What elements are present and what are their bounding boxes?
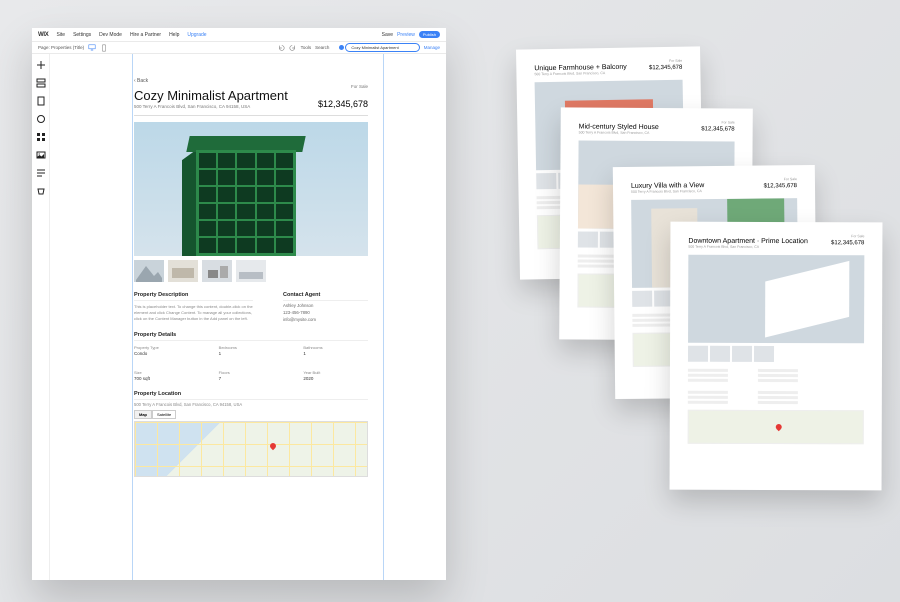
pages-icon[interactable] xyxy=(36,96,46,106)
menu-devmode[interactable]: Dev Mode xyxy=(99,32,122,38)
manage-link[interactable]: Manage xyxy=(424,45,440,50)
store-icon[interactable] xyxy=(36,186,46,196)
details-grid: Property TypeCondo Bedrooms1 Bathrooms1 … xyxy=(134,345,368,381)
map-tab-map[interactable]: Map xyxy=(134,410,152,419)
detail-label: Bedrooms xyxy=(219,345,284,350)
design-icon[interactable] xyxy=(36,114,46,124)
building-illustration xyxy=(196,136,296,256)
map-controls: Map Satellite xyxy=(134,410,368,419)
thumbnail-row xyxy=(134,260,368,282)
desktop-icon[interactable] xyxy=(88,44,96,52)
detail-label: Bathrooms xyxy=(303,345,368,350)
agent-email: info@mysite.com xyxy=(283,317,368,322)
page-title[interactable]: Cozy Minimalist Apartment xyxy=(134,88,288,103)
gallery-thumb[interactable] xyxy=(236,260,266,282)
page-selector[interactable]: Page: Properties (Title) xyxy=(38,45,84,50)
map-widget[interactable] xyxy=(134,421,368,477)
description-heading: Property Description xyxy=(134,292,253,301)
detail-value: 2020 xyxy=(303,376,368,381)
card-map xyxy=(688,410,864,445)
detail-value: 700 sqft xyxy=(134,376,199,381)
apps-icon[interactable] xyxy=(36,132,46,142)
editor-workspace: ‹ Back For Sale Cozy Minimalist Apartmen… xyxy=(32,54,446,580)
location-heading: Property Location xyxy=(134,391,368,400)
details-heading: Property Details xyxy=(134,332,368,341)
detail-value: Condo xyxy=(134,351,199,356)
tools-button[interactable]: Tools xyxy=(301,45,312,50)
dataset-chip[interactable]: Cozy Minimalist Apartment xyxy=(345,43,419,52)
agent-phone: 123-456-7890 xyxy=(283,310,368,315)
detail-value: 1 xyxy=(219,351,284,356)
mobile-icon[interactable] xyxy=(100,44,108,52)
card-price: $12,345,678 xyxy=(701,126,734,132)
description-section: Property Description This is placeholder… xyxy=(134,292,253,322)
card-price: $12,345,678 xyxy=(764,183,797,189)
card-status: For Sale xyxy=(784,177,797,181)
search-button[interactable]: Search xyxy=(315,45,329,50)
page-address: 500 Terry A Francois Blvd, San Francisco… xyxy=(134,104,288,109)
card-price: $12,345,678 xyxy=(649,65,682,72)
menu-upgrade[interactable]: Upgrade xyxy=(187,32,206,38)
undo-icon[interactable] xyxy=(277,44,285,52)
wix-logo[interactable]: WIX xyxy=(38,32,48,38)
editor-subbar: Page: Properties (Title) Tools Search Co… xyxy=(32,42,446,54)
detail-label: Year Built xyxy=(303,370,368,375)
menu-hire[interactable]: Hire a Partner xyxy=(130,32,161,38)
publish-button[interactable]: Publish xyxy=(419,31,440,38)
card-status: For Sale xyxy=(721,120,734,124)
listing-status: For Sale xyxy=(351,84,368,89)
left-toolbar xyxy=(32,54,50,580)
menu-site[interactable]: Site xyxy=(56,32,65,38)
location-address: 500 Terry A Francois Blvd, San Francisco… xyxy=(134,402,368,407)
map-pin-icon xyxy=(270,443,278,451)
hero-image[interactable] xyxy=(134,122,368,256)
detail-label: Size xyxy=(134,370,199,375)
card-price: $12,345,678 xyxy=(831,240,864,246)
agent-heading: Contact Agent xyxy=(283,292,368,301)
menu-help[interactable]: Help xyxy=(169,32,179,38)
property-page: ‹ Back For Sale Cozy Minimalist Apartmen… xyxy=(64,60,432,487)
sections-icon[interactable] xyxy=(36,78,46,88)
map-tab-satellite[interactable]: Satellite xyxy=(152,410,176,419)
details-section: Property Details Property TypeCondo Bedr… xyxy=(134,332,368,381)
card-status: For Sale xyxy=(851,234,864,238)
preview-card: For Sale Downtown Apartment · Prime Loca… xyxy=(670,222,883,491)
card-status: For Sale xyxy=(669,59,682,63)
editor-canvas[interactable]: ‹ Back For Sale Cozy Minimalist Apartmen… xyxy=(50,54,446,580)
gallery-thumb[interactable] xyxy=(168,260,198,282)
preview-button[interactable]: Preview xyxy=(397,32,415,38)
editor-topbar: WIX Site Settings Dev Mode Hire a Partne… xyxy=(32,28,446,42)
add-icon[interactable] xyxy=(36,60,46,70)
menu-settings[interactable]: Settings xyxy=(73,32,91,38)
agent-name: Ashley Johnson xyxy=(283,303,368,308)
gallery-thumb[interactable] xyxy=(134,260,164,282)
save-button[interactable]: Save xyxy=(382,32,393,38)
detail-label: Floors xyxy=(219,370,284,375)
agent-section: Contact Agent Ashley Johnson 123-456-789… xyxy=(283,292,368,322)
media-icon[interactable] xyxy=(36,150,46,160)
detail-label: Property Type xyxy=(134,345,199,350)
redo-icon[interactable] xyxy=(289,44,297,52)
map-pin-icon xyxy=(776,424,784,432)
card-hero xyxy=(688,255,864,344)
detail-value: 1 xyxy=(303,351,368,356)
detail-value: 7 xyxy=(219,376,284,381)
content-icon[interactable] xyxy=(36,168,46,178)
card-thumbs xyxy=(688,346,864,363)
listing-price: $12,345,678 xyxy=(318,99,368,109)
location-section: Property Location 500 Terry A Francois B… xyxy=(134,391,368,477)
wix-editor-window: WIX Site Settings Dev Mode Hire a Partne… xyxy=(32,28,446,580)
description-body[interactable]: This is placeholder text. To change this… xyxy=(134,304,253,322)
gallery-thumb[interactable] xyxy=(202,260,232,282)
